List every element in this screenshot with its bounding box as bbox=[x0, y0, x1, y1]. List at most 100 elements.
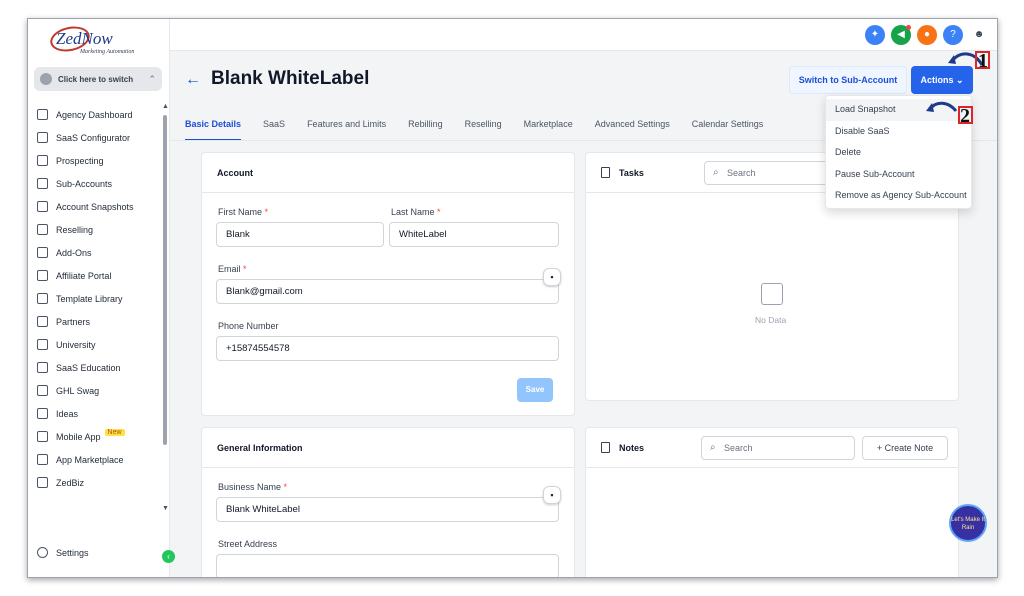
sidebar-item-sub-accounts[interactable]: Sub-Accounts bbox=[28, 172, 162, 195]
tab-basic-details[interactable]: Basic Details bbox=[185, 119, 242, 141]
snapshot-icon bbox=[37, 201, 48, 212]
tab-rebilling[interactable]: Rebilling bbox=[408, 119, 443, 141]
sidebar-item-saas-education[interactable]: SaaS Education bbox=[28, 356, 162, 379]
tab-reselling[interactable]: Reselling bbox=[465, 119, 502, 141]
menu-item-delete[interactable]: Delete bbox=[826, 142, 971, 164]
app-window: ZedNow Marketing Automation Click here t… bbox=[27, 18, 998, 578]
sidebar-item-app-marketplace[interactable]: App Marketplace bbox=[28, 448, 162, 471]
help-icon[interactable]: ? bbox=[943, 25, 963, 45]
search-icon: ⌕ bbox=[713, 167, 719, 178]
first-name-field[interactable]: Blank bbox=[216, 222, 384, 247]
sidebar-item-account-snapshots[interactable]: Account Snapshots bbox=[28, 195, 162, 218]
sidebar-item-add-ons[interactable]: Add-Ons bbox=[28, 241, 162, 264]
collapse-sidebar-button[interactable]: ‹ bbox=[162, 550, 175, 563]
sidebar-item-ghl-swag[interactable]: GHL Swag bbox=[28, 379, 162, 402]
account-card: Account First Name * Blank Last Name * W… bbox=[201, 152, 575, 416]
chevron-updown-icon: ⌃ bbox=[148, 73, 156, 84]
switcher-label: Click here to switch bbox=[58, 74, 134, 84]
sidebar-item-settings[interactable]: Settings bbox=[37, 547, 89, 558]
switch-to-sub-account-button[interactable]: Switch to Sub-Account bbox=[789, 66, 907, 94]
topbar: ✦ ◀ ● ? ☻ bbox=[170, 19, 997, 51]
scrollbar-thumb[interactable] bbox=[163, 115, 167, 445]
tab-bar: Basic Details SaaS Features and Limits R… bbox=[185, 119, 785, 141]
tab-marketplace[interactable]: Marketplace bbox=[524, 119, 573, 141]
sidebar-item-affiliate-portal[interactable]: Affiliate Portal bbox=[28, 264, 162, 287]
graduation-icon bbox=[37, 339, 48, 350]
menu-item-remove-agency-sub-account[interactable]: Remove as Agency Sub-Account bbox=[826, 185, 971, 207]
globe-icon bbox=[37, 477, 48, 488]
menu-item-pause-sub-account[interactable]: Pause Sub-Account bbox=[826, 164, 971, 186]
reselling-icon bbox=[37, 224, 48, 235]
first-name-label: First Name * bbox=[218, 207, 269, 217]
business-name-field[interactable]: Blank WhiteLabel bbox=[216, 497, 559, 522]
sidebar-item-template-library[interactable]: Template Library bbox=[28, 287, 162, 310]
handshake-icon bbox=[37, 316, 48, 327]
notes-search-input[interactable]: ⌕ Search bbox=[701, 436, 855, 460]
general-info-card: General Information Business Name * Blan… bbox=[201, 427, 575, 577]
sidebar-item-agency-dashboard[interactable]: Agency Dashboard bbox=[28, 103, 162, 126]
menu-item-disable-saas[interactable]: Disable SaaS bbox=[826, 121, 971, 143]
scroll-down-icon[interactable]: ▼ bbox=[162, 505, 169, 512]
save-button[interactable]: Save bbox=[517, 378, 553, 402]
tab-calendar-settings[interactable]: Calendar Settings bbox=[692, 119, 764, 141]
sidebar-item-prospecting[interactable]: Prospecting bbox=[28, 149, 162, 172]
bulb-icon bbox=[37, 408, 48, 419]
plus-icon: + bbox=[876, 443, 883, 453]
notes-card: Notes ⌕ Search + Create Note bbox=[585, 427, 959, 577]
account-switcher[interactable]: Click here to switch ⌃ bbox=[34, 67, 162, 91]
sidebar-item-mobile-app[interactable]: Mobile App New bbox=[28, 425, 162, 448]
grid-icon bbox=[37, 454, 48, 465]
sidebar: ZedNow Marketing Automation Click here t… bbox=[28, 19, 170, 577]
account-icon bbox=[40, 73, 52, 85]
no-data-text: No Data bbox=[755, 315, 787, 325]
tab-features-and-limits[interactable]: Features and Limits bbox=[307, 119, 386, 141]
bag-icon bbox=[37, 247, 48, 258]
chat-launcher-button[interactable]: Let's Make It Rain bbox=[949, 504, 987, 542]
page-title: Blank WhiteLabel bbox=[211, 68, 370, 89]
create-note-button[interactable]: + Create Note bbox=[862, 436, 948, 460]
sidebar-scrollbar[interactable]: ▲ ▼ bbox=[162, 103, 169, 523]
annotation-arrow-2 bbox=[926, 101, 958, 113]
chart-icon bbox=[37, 132, 48, 143]
phone-label: Phone Number bbox=[218, 321, 279, 331]
street-address-label: Street Address bbox=[218, 539, 278, 549]
document-icon bbox=[601, 167, 610, 178]
shapes-icon bbox=[37, 293, 48, 304]
chat-widget-icon[interactable]: ▪ bbox=[543, 268, 561, 286]
phone-field[interactable]: +15874554578 bbox=[216, 336, 559, 361]
sidebar-item-ideas[interactable]: Ideas bbox=[28, 402, 162, 425]
annotation-number-1: 1 bbox=[978, 50, 988, 72]
sidebar-item-saas-configurator[interactable]: SaaS Configurator bbox=[28, 126, 162, 149]
topbar-icons: ✦ ◀ ● ? ☻ bbox=[865, 25, 989, 45]
annotation-number-2: 2 bbox=[960, 105, 970, 127]
new-badge: New bbox=[104, 429, 125, 436]
back-arrow-icon[interactable]: ← bbox=[185, 71, 201, 89]
logo-tagline: Marketing Automation bbox=[80, 49, 135, 55]
empty-inbox-icon bbox=[761, 283, 783, 305]
megaphone-icon[interactable]: ◀ bbox=[891, 25, 911, 45]
general-info-heading: General Information bbox=[202, 428, 574, 468]
sidebar-item-university[interactable]: University bbox=[28, 333, 162, 356]
sidebar-item-partners[interactable]: Partners bbox=[28, 310, 162, 333]
chat-widget-icon[interactable]: ▪ bbox=[543, 486, 561, 504]
avatar[interactable]: ☻ bbox=[969, 25, 989, 45]
email-field[interactable]: Blank@gmail.com bbox=[216, 279, 559, 304]
sidebar-item-reselling[interactable]: Reselling bbox=[28, 218, 162, 241]
gear-icon bbox=[37, 547, 48, 558]
document-icon bbox=[601, 442, 610, 453]
rocket-icon[interactable]: ✦ bbox=[865, 25, 885, 45]
account-heading: Account bbox=[202, 153, 574, 193]
scroll-up-icon[interactable]: ▲ bbox=[162, 103, 169, 110]
education-icon bbox=[37, 362, 48, 373]
last-name-field[interactable]: WhiteLabel bbox=[389, 222, 559, 247]
user-icon bbox=[37, 178, 48, 189]
last-name-label: Last Name * bbox=[391, 207, 441, 217]
tab-advanced-settings[interactable]: Advanced Settings bbox=[595, 119, 670, 141]
tab-saas[interactable]: SaaS bbox=[263, 119, 285, 141]
sidebar-item-zedbiz[interactable]: ZedBiz bbox=[28, 471, 162, 494]
bell-icon[interactable]: ● bbox=[917, 25, 937, 45]
logo-text: ZedNow bbox=[56, 29, 113, 48]
street-address-field[interactable] bbox=[216, 554, 559, 577]
group-icon bbox=[37, 270, 48, 281]
logo: ZedNow Marketing Automation bbox=[46, 23, 152, 59]
